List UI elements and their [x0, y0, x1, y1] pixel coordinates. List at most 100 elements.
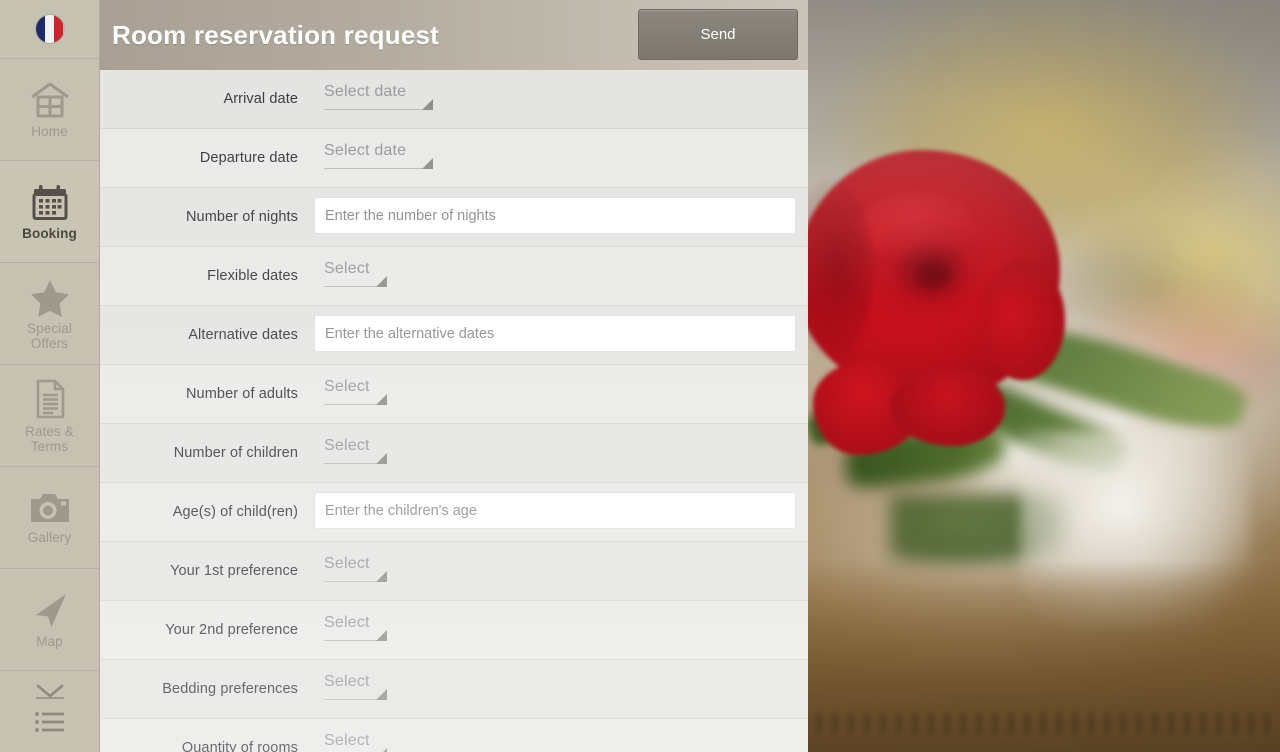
star-icon — [29, 277, 71, 317]
spinner-dropdown[interactable]: Select — [324, 612, 387, 648]
form-row-field: Enter the alternative dates — [308, 306, 808, 364]
spinner-value: Select — [324, 260, 370, 277]
form-row-label: Quantity of rooms — [181, 740, 298, 752]
form-row-field: Select — [308, 601, 808, 659]
form-row: Arrival date Select date — [100, 70, 808, 129]
spinner-value: Select — [324, 673, 370, 690]
spinner-value: Select — [324, 555, 370, 572]
camera-icon — [28, 490, 72, 526]
sidebar-item-gallery[interactable]: Gallery — [0, 466, 99, 568]
sidebar-item-rates-and-terms[interactable]: Rates & Terms — [0, 364, 99, 466]
spinner-value: Select — [324, 378, 370, 395]
sidebar-item-label: Rates & Terms — [25, 423, 74, 454]
language-selector[interactable] — [0, 0, 99, 58]
form-row-field: Select — [308, 247, 808, 305]
form-row: Flexible dates Select — [100, 247, 808, 306]
spinner-dropdown[interactable]: Select — [324, 671, 387, 707]
sidebar-item-label: Booking — [22, 226, 77, 241]
form-row-label: Flexible dates — [207, 268, 298, 284]
spinner-triangle-icon — [376, 394, 387, 405]
form-row-label: Alternative dates — [188, 327, 298, 343]
sidebar-item-booking[interactable]: Booking — [0, 160, 99, 262]
input-placeholder: Enter the children's age — [325, 502, 477, 519]
spinner-triangle-icon — [376, 571, 387, 582]
form-row-label: Your 2nd preference — [165, 622, 298, 638]
spinner-triangle-icon — [422, 158, 433, 169]
form-row-field: Select — [308, 719, 808, 752]
input-placeholder: Enter the alternative dates — [325, 325, 495, 342]
reservation-form-panel: Room reservation request Send Arrival da… — [100, 0, 808, 752]
form-row-field: Select — [308, 424, 808, 482]
form-row-label: Bedding preferences — [162, 681, 298, 697]
form-row-label: Age(s) of child(ren) — [172, 504, 298, 520]
form-row: Your 1st preference Select — [100, 542, 808, 601]
form-row-field: Enter the children's age — [308, 483, 808, 541]
sidebar: Home Booking Special Offers Rates & Term… — [0, 0, 100, 752]
sidebar-item-home[interactable]: Home — [0, 58, 99, 160]
form-row-field: Select — [308, 660, 808, 718]
spinner-triangle-icon — [422, 99, 433, 110]
form-row: Departure date Select date — [100, 129, 808, 188]
spinner-value: Select — [324, 732, 370, 749]
form-row-label: Number of adults — [185, 386, 298, 402]
form-row-label: Your 1st preference — [170, 563, 298, 579]
form-rows: Arrival date Select date Departure date Sel… — [100, 70, 808, 752]
france-flag-icon — [35, 15, 64, 43]
spinner-underline — [324, 168, 432, 169]
form-row-field: Select date — [308, 129, 808, 187]
spinner-triangle-icon — [376, 453, 387, 464]
spinner-value: Select — [324, 437, 370, 454]
list-icon — [32, 710, 68, 739]
form-row: Number of nights Enter the number of nigh… — [100, 188, 808, 247]
spinner-dropdown[interactable]: Select — [324, 730, 387, 752]
form-row: Alternative dates Enter the alternative d… — [100, 306, 808, 365]
document-icon — [32, 378, 68, 420]
text-input[interactable]: Enter the number of nights — [314, 197, 796, 234]
text-input[interactable]: Enter the children's age — [314, 492, 796, 529]
sidebar-item-special-offers[interactable]: Special Offers — [0, 262, 99, 364]
form-row: Your 2nd preference Select — [100, 601, 808, 660]
spinner-value: Select date — [324, 142, 407, 159]
spinner-dropdown[interactable]: Select — [324, 258, 387, 294]
form-row: Quantity of rooms Select — [100, 719, 808, 752]
spinner-triangle-icon — [376, 748, 387, 752]
chevron-down-icon — [33, 683, 67, 704]
spinner-value: Select date — [324, 83, 407, 100]
spinner-dropdown[interactable]: Select date — [324, 81, 433, 117]
sidebar-item-label: Special Offers — [27, 320, 72, 351]
home-icon — [28, 80, 72, 120]
form-row: Number of adults Select — [100, 365, 808, 424]
text-input[interactable]: Enter the alternative dates — [314, 315, 796, 352]
spinner-value: Select — [324, 614, 370, 631]
form-row-label: Number of children — [173, 445, 298, 461]
form-row-label: Number of nights — [185, 209, 298, 225]
spinner-underline — [324, 109, 432, 110]
sidebar-item-label: Gallery — [27, 530, 72, 545]
spinner-triangle-icon — [376, 276, 387, 287]
sidebar-item-label: Map — [36, 634, 63, 649]
spinner-triangle-icon — [376, 630, 387, 641]
form-row: Age(s) of child(ren) Enter the children's… — [100, 483, 808, 542]
calendar-icon — [30, 182, 70, 222]
spinner-triangle-icon — [376, 689, 387, 700]
navigation-arrow-icon — [28, 590, 72, 630]
form-row: Bedding preferences Select — [100, 660, 808, 719]
panel-header: Room reservation request Send — [100, 0, 808, 70]
sidebar-item-label: Home — [31, 124, 68, 139]
form-row-label: Arrival date — [223, 91, 298, 107]
spinner-dropdown[interactable]: Select — [324, 376, 387, 412]
spinner-dropdown[interactable]: Select — [324, 553, 387, 589]
form-row-field: Select — [308, 542, 808, 600]
form-row-field: Select date — [308, 70, 808, 128]
send-button[interactable]: Send — [638, 9, 798, 60]
spinner-dropdown[interactable]: Select — [324, 435, 387, 471]
form-row-field: Select — [308, 365, 808, 423]
spinner-dropdown[interactable]: Select date — [324, 140, 433, 176]
page-title: Room reservation request — [112, 19, 440, 50]
input-placeholder: Enter the number of nights — [325, 207, 496, 224]
form-row-label: Departure date — [199, 150, 298, 166]
sidebar-item-map[interactable]: Map — [0, 568, 99, 670]
sidebar-more-button[interactable] — [0, 670, 99, 752]
form-row: Number of children Select — [100, 424, 808, 483]
form-row-field: Enter the number of nights — [308, 188, 808, 246]
